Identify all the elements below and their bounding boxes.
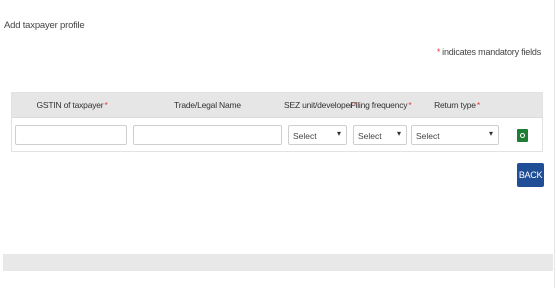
header-gstin: GSTIN of taxpayer*: [12, 93, 132, 117]
filing-frequency-select[interactable]: Select ▾: [353, 125, 407, 145]
plus-circle-icon: [520, 133, 525, 138]
page-title: Add taxpayer profile: [4, 20, 85, 31]
sez-select[interactable]: Select ▾: [288, 125, 347, 145]
gstin-input[interactable]: [15, 125, 127, 145]
return-type-select-value: Select: [416, 131, 440, 141]
mandatory-note-text: indicates mandatory fields: [442, 47, 541, 57]
add-row-button[interactable]: [517, 129, 528, 142]
back-button[interactable]: BACK: [517, 163, 544, 187]
mandatory-note: * indicates mandatory fields: [437, 47, 541, 57]
chevron-down-icon: ▾: [396, 129, 401, 138]
footer-bar: [3, 254, 553, 271]
header-trade-name: Trade/Legal Name: [132, 93, 284, 117]
header-filing-frequency: Filing frequency*: [350, 93, 412, 117]
chevron-down-icon: ▾: [336, 129, 341, 138]
header-return-type-required: *: [476, 100, 480, 110]
table-header-row: GSTIN of taxpayer* Trade/Legal Name SEZ …: [12, 93, 542, 118]
return-type-select[interactable]: Select ▾: [411, 125, 499, 145]
header-sez-label: SEZ unit/developer: [284, 100, 353, 110]
page-divider: [554, 0, 555, 288]
filing-frequency-select-value: Select: [358, 131, 382, 141]
header-filing-frequency-label: Filing frequency: [350, 100, 408, 110]
trade-name-input[interactable]: [133, 125, 282, 145]
chevron-down-icon: ▾: [488, 129, 493, 138]
header-trade-name-label: Trade/Legal Name: [174, 100, 241, 110]
required-star: *: [436, 47, 441, 57]
sez-select-value: Select: [293, 131, 317, 141]
header-filing-frequency-required: *: [408, 100, 412, 110]
taxpayer-table: GSTIN of taxpayer* Trade/Legal Name SEZ …: [11, 92, 543, 152]
header-gstin-label: GSTIN of taxpayer: [36, 100, 104, 110]
header-sez: SEZ unit/developer*: [284, 93, 357, 117]
header-return-type: Return type*: [412, 93, 502, 117]
header-gstin-required: *: [104, 100, 108, 110]
header-return-type-label: Return type: [434, 100, 476, 110]
